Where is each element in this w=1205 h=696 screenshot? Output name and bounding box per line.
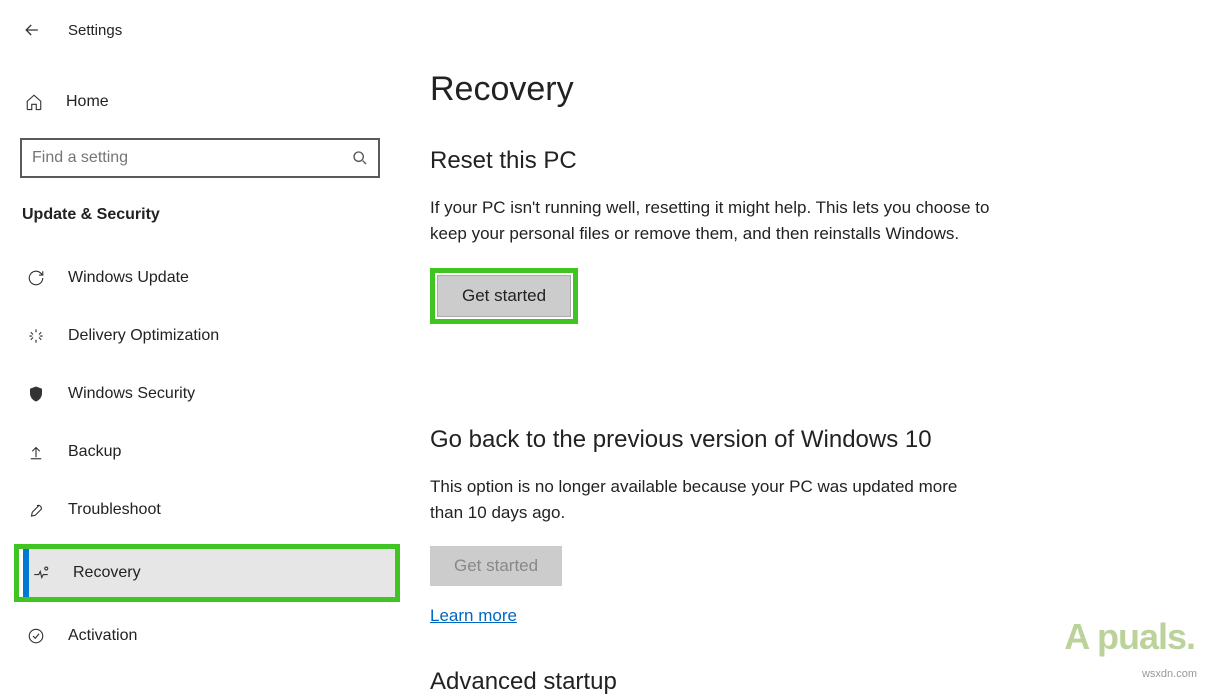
sidebar-item-label: Windows Security [68, 385, 195, 403]
search-input[interactable] [32, 149, 352, 167]
sidebar-item-windows-security[interactable]: Windows Security [20, 370, 400, 418]
category-title: Update & Security [20, 206, 400, 224]
watermark-url: wsxdn.com [1142, 668, 1197, 680]
watermark-brand: A puals. [1064, 616, 1195, 658]
optimization-icon [26, 326, 46, 346]
section-advanced-startup: Advanced startup [430, 668, 1165, 696]
section-title-advanced: Advanced startup [430, 668, 1165, 696]
back-button[interactable] [20, 18, 44, 42]
section-text-reset: If your PC isn't running well, resetting… [430, 195, 990, 248]
recovery-icon [31, 563, 51, 583]
get-started-button[interactable]: Get started [437, 275, 571, 317]
section-text-goback: This option is no longer available becau… [430, 474, 990, 527]
sidebar-item-label: Backup [68, 443, 121, 461]
sidebar-item-troubleshoot[interactable]: Troubleshoot [20, 486, 400, 534]
highlight-get-started: Get started [430, 268, 578, 324]
get-started-disabled-button: Get started [430, 546, 562, 586]
sidebar-item-label: Troubleshoot [68, 501, 161, 519]
header-bar: Settings [20, 18, 400, 42]
home-nav[interactable]: Home [20, 84, 400, 128]
sidebar-item-backup[interactable]: Backup [20, 428, 400, 476]
learn-more-link[interactable]: Learn more [430, 606, 1165, 626]
section-title-reset: Reset this PC [430, 147, 1165, 175]
highlight-recovery: Recovery [14, 544, 400, 602]
sidebar-item-windows-update[interactable]: Windows Update [20, 254, 400, 302]
sidebar-item-label: Windows Update [68, 269, 189, 287]
search-box[interactable] [20, 138, 380, 178]
section-go-back: Go back to the previous version of Windo… [430, 426, 1165, 627]
sidebar-item-label: Recovery [73, 564, 141, 582]
section-reset-this-pc: Reset this PC If your PC isn't running w… [430, 147, 1165, 384]
sidebar-item-recovery[interactable]: Recovery [25, 549, 395, 597]
shield-icon [26, 384, 46, 404]
home-icon [24, 92, 44, 112]
backup-icon [26, 442, 46, 462]
arrow-left-icon [22, 20, 42, 40]
section-title-goback: Go back to the previous version of Windo… [430, 426, 1165, 454]
activation-icon [26, 626, 46, 646]
sync-icon [26, 268, 46, 288]
search-icon [352, 150, 368, 166]
sidebar-item-delivery-optimization[interactable]: Delivery Optimization [20, 312, 400, 360]
main-content: Recovery Reset this PC If your PC isn't … [420, 0, 1205, 688]
home-label: Home [66, 93, 109, 111]
sidebar-item-activation[interactable]: Activation [20, 612, 400, 660]
app-title: Settings [68, 22, 122, 39]
sidebar-item-label: Activation [68, 627, 137, 645]
sidebar: Settings Home Update & Security Windows … [0, 0, 420, 688]
troubleshoot-icon [26, 500, 46, 520]
page-title: Recovery [430, 70, 1165, 109]
sidebar-item-label: Delivery Optimization [68, 327, 219, 345]
